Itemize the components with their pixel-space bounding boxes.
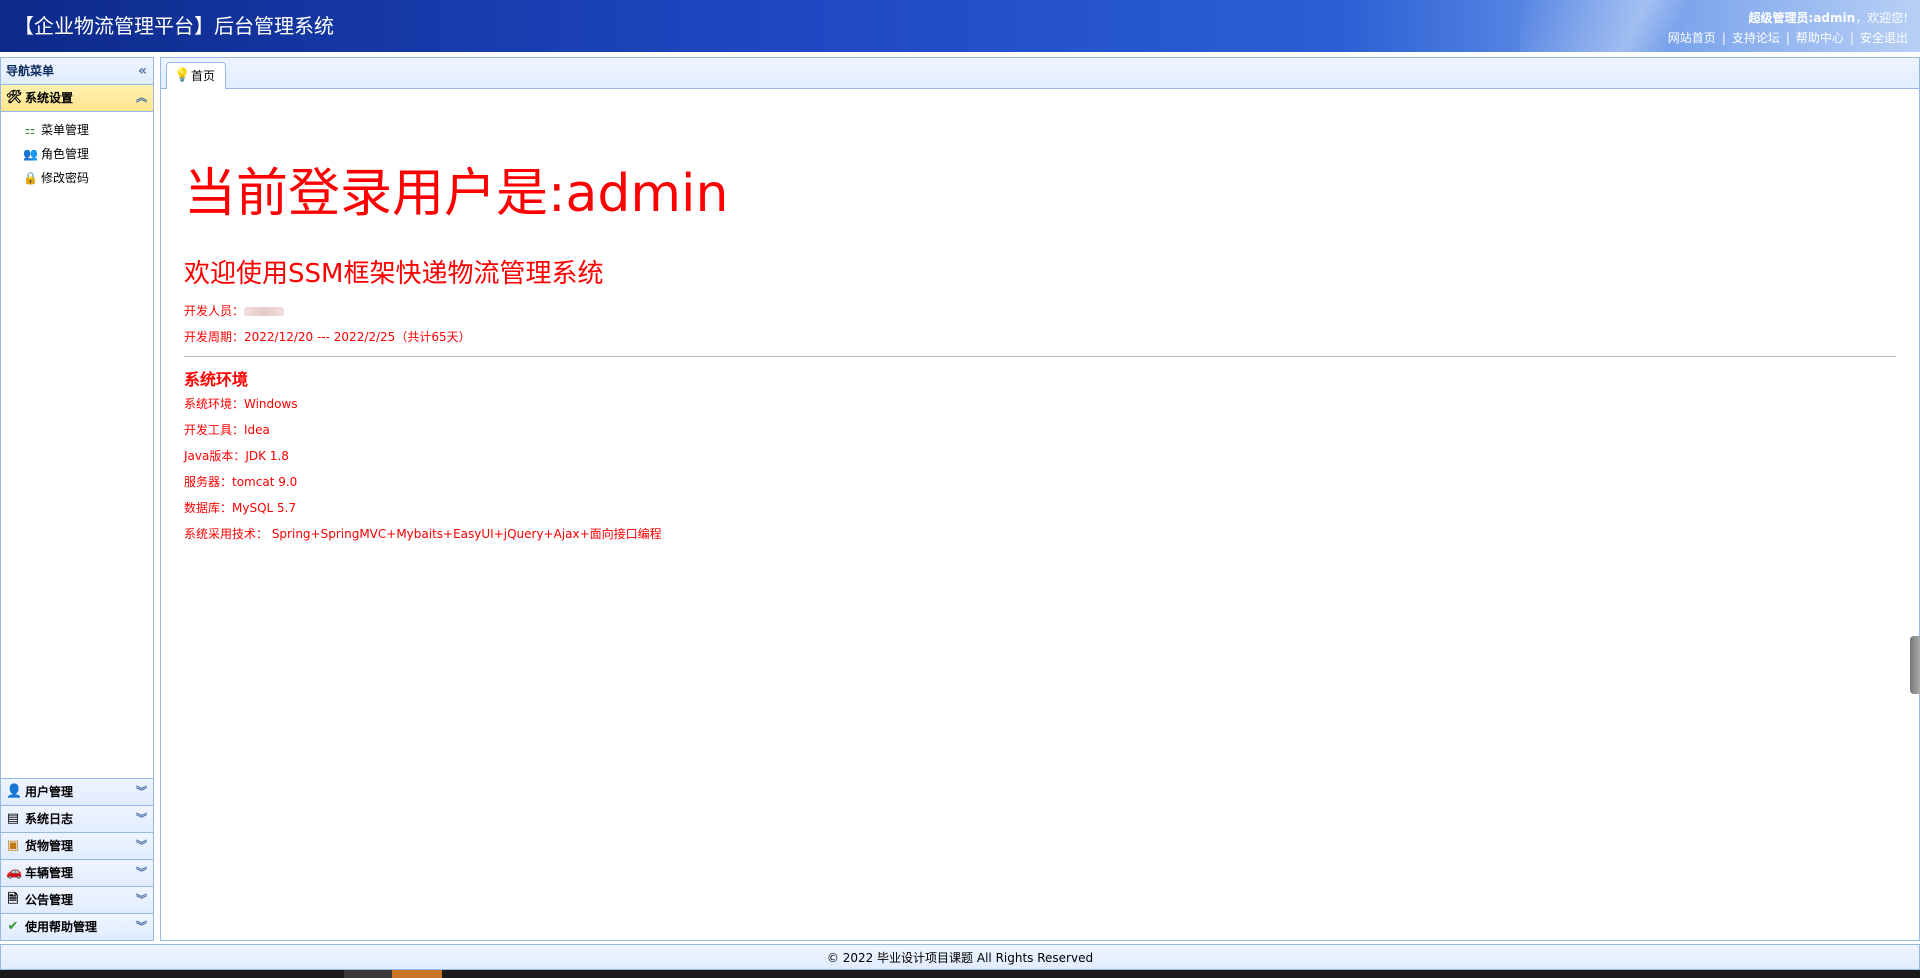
main-tabs-container: 💡 首页 当前登录用户是:admin 欢迎使用SSM框架快递物流管理系统 开发人… (160, 57, 1920, 941)
home-content: 当前登录用户是:admin 欢迎使用SSM框架快递物流管理系统 开发人员： 开发… (184, 88, 1896, 541)
chevron-down-icon[interactable]: ︾ (136, 860, 147, 886)
menu-item-label: 菜单管理 (41, 123, 90, 137)
welcome-user: 超级管理员:admin (1748, 11, 1856, 25)
welcome-suffix: ，欢迎您! (1855, 11, 1908, 25)
side-scroll-handle[interactable] (1910, 636, 1920, 694)
env-server: 服务器：tomcat 9.0 (184, 475, 298, 489)
panel-system-log[interactable]: ▤ 系统日志 ︾ (1, 805, 153, 832)
welcome-heading: 欢迎使用SSM框架快递物流管理系统 (184, 259, 604, 289)
link-separator: | (1785, 31, 1790, 45)
panel-label: 公告管理 (25, 893, 74, 907)
top-links: 网站首页 | 支持论坛 | 帮助中心 | 安全退出 (1668, 29, 1908, 46)
app-header: 【企业物流管理平台】后台管理系统 超级管理员:admin，欢迎您! 网站首页 | 支… (0, 0, 1920, 52)
taskbar-item[interactable] (344, 970, 392, 978)
panel-label: 货物管理 (25, 839, 74, 853)
env-database: 数据库：MySQL 5.7 (184, 501, 297, 515)
chevron-down-icon[interactable]: ︾ (136, 914, 147, 940)
document-icon: 🗎 (7, 892, 19, 907)
panel-vehicle-management[interactable]: 🚗 车辆管理 ︾ (1, 859, 153, 886)
app-title: 【企业物流管理平台】后台管理系统 (14, 14, 334, 38)
users-icon: 👥 (23, 147, 38, 161)
nav-menu-title: 导航菜单 (6, 64, 55, 78)
tab-home[interactable]: 💡 首页 (166, 62, 227, 89)
nav-menu-header: 导航菜单 « (1, 58, 153, 85)
lightbulb-icon: 💡 (174, 68, 191, 83)
link-separator: | (1721, 31, 1726, 45)
divider (184, 356, 1896, 357)
env-list: 系统环境：Windows 开发工具：Idea Java版本：JDK 1.8 服务… (184, 397, 1896, 541)
env-section-title: 系统环境 (184, 370, 249, 389)
panel-user-management[interactable]: 👤 用户管理 ︾ (1, 778, 153, 805)
site-home-link[interactable]: 网站首页 (1668, 31, 1716, 45)
welcome-text: 超级管理员:admin，欢迎您! (1749, 9, 1908, 26)
developer-label: 开发人员： (184, 304, 245, 318)
log-icon: ▤ (6, 811, 20, 826)
developer-line: 开发人员： (184, 304, 1896, 318)
chevron-down-icon[interactable]: ︾ (136, 887, 147, 913)
dev-period: 开发周期：2022/12/20 --- 2022/2/25（共计65天） (184, 330, 471, 344)
help-center-link[interactable]: 帮助中心 (1796, 31, 1844, 45)
panel-label: 使用帮助管理 (25, 920, 98, 934)
os-taskbar (0, 970, 1920, 978)
panel-label: 系统日志 (25, 812, 74, 826)
sidebar-item-role-management[interactable]: 👥 角色管理 (1, 142, 153, 166)
redacted-name (244, 307, 285, 316)
panel-label: 车辆管理 (25, 866, 74, 880)
panel-notice-management[interactable]: 🗎 公告管理 ︾ (1, 886, 153, 913)
sidebar-item-menu-management[interactable]: ⚏ 菜单管理 (1, 118, 153, 142)
car-icon: 🚗 (6, 865, 23, 880)
package-icon: ▣ (6, 838, 20, 853)
env-os: 系统环境：Windows (184, 397, 298, 411)
env-tech: 系统采用技术： Spring+SpringMVC+Mybaits+EasyUI+… (184, 527, 662, 541)
tools-icon: 🛠 (6, 90, 23, 105)
login-user-title: 当前登录用户是:admin (184, 164, 729, 224)
env-java: Java版本：JDK 1.8 (184, 449, 289, 463)
sidebar-item-change-password[interactable]: 🔒 修改密码 (1, 166, 153, 190)
chevron-up-icon[interactable]: ︽ (136, 85, 147, 111)
footer: © 2022 毕业设计项目课题 All Rights Reserved (0, 944, 1920, 970)
system-settings-items: ⚏ 菜单管理 👥 角色管理 🔒 修改密码 (1, 112, 153, 190)
lock-icon: 🔒 (23, 171, 38, 185)
collapsed-panels: 👤 用户管理 ︾ ▤ 系统日志 ︾ ▣ 货物管理 ︾ 🚗 车辆管理 ︾ 🗎 公告… (1, 778, 153, 940)
panel-label: 系统设置 (25, 91, 74, 105)
panel-help-management[interactable]: ✔ 使用帮助管理 ︾ (1, 913, 153, 940)
env-ide: 开发工具：Idea (184, 423, 270, 437)
panel-label: 用户管理 (25, 785, 74, 799)
chevron-down-icon[interactable]: ︾ (136, 779, 147, 805)
panel-goods-management[interactable]: ▣ 货物管理 ︾ (1, 832, 153, 859)
sidebar-nav: 导航菜单 « 🛠 系统设置 ︽ ⚏ 菜单管理 👥 角色管理 🔒 修改密码 👤 用… (0, 57, 154, 941)
panel-system-settings[interactable]: 🛠 系统设置 ︽ (1, 85, 153, 112)
support-forum-link[interactable]: 支持论坛 (1732, 31, 1780, 45)
taskbar-item[interactable] (392, 970, 442, 978)
check-icon: ✔ (7, 919, 19, 934)
tab-label: 首页 (191, 69, 216, 83)
chevron-down-icon[interactable]: ︾ (136, 833, 147, 859)
user-group-icon: 👤 (6, 784, 23, 799)
menu-item-label: 角色管理 (41, 147, 90, 161)
tab-bar: 💡 首页 (161, 58, 1919, 89)
logout-link[interactable]: 安全退出 (1860, 31, 1908, 45)
chevron-down-icon[interactable]: ︾ (136, 806, 147, 832)
link-separator: | (1849, 31, 1854, 45)
collapse-sidebar-icon[interactable]: « (138, 58, 147, 84)
menu-item-label: 修改密码 (41, 171, 90, 185)
sitemap-icon: ⚏ (24, 123, 36, 137)
